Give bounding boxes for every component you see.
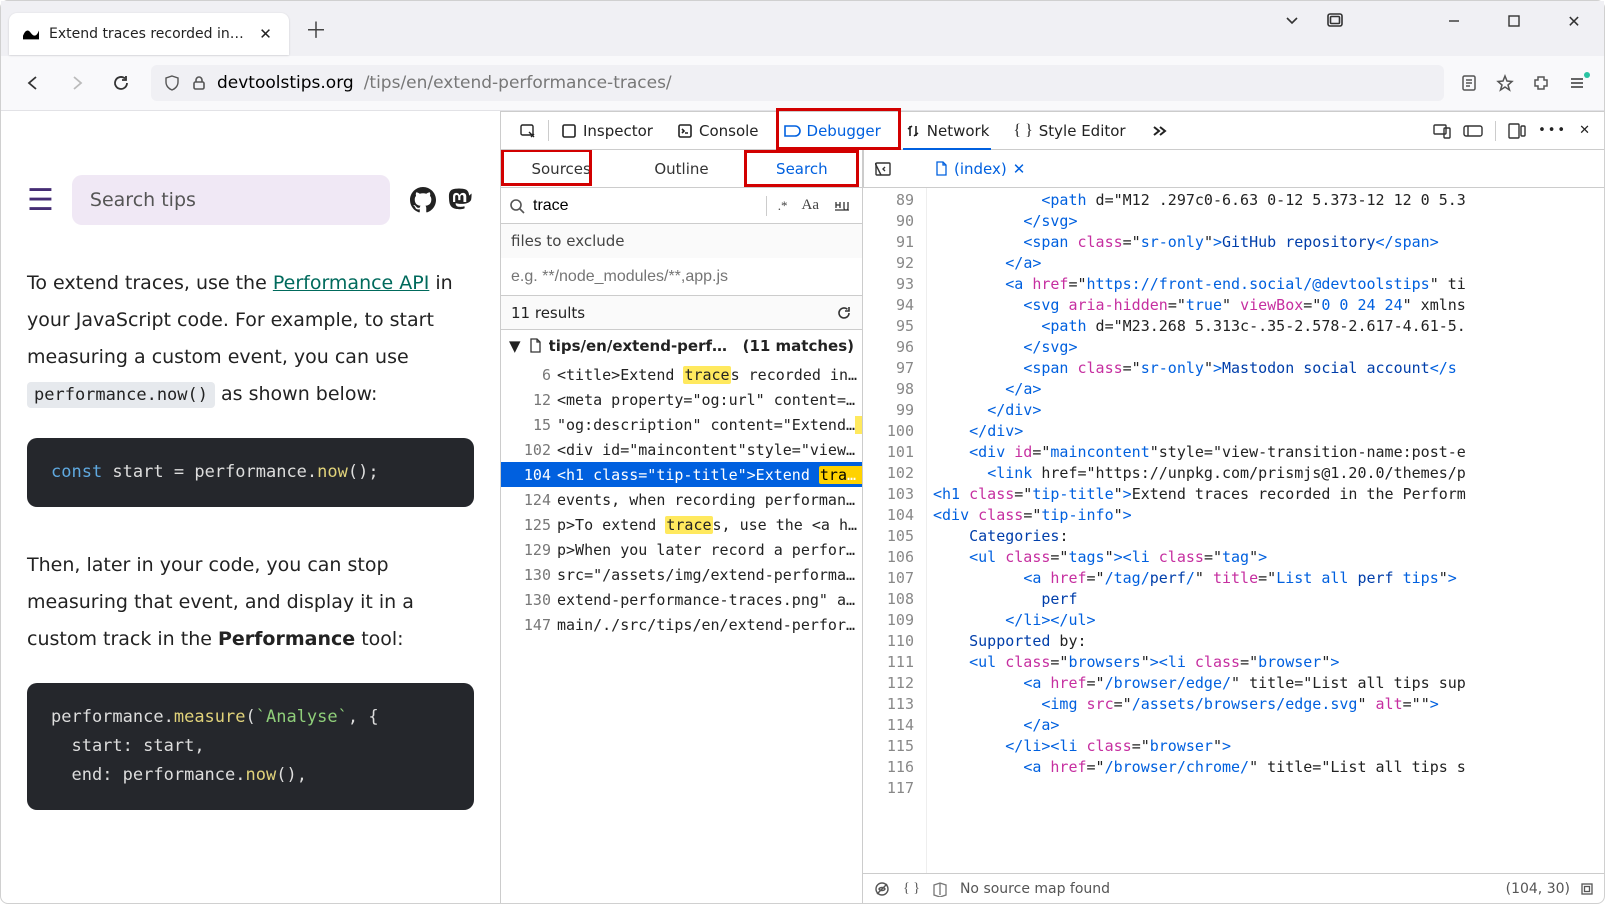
paragraph-1: To extend traces, use the Performance AP… — [27, 265, 474, 413]
devtools-panel: Inspector Console Debugger Network { }St… — [501, 111, 1604, 903]
regex-toggle[interactable]: .* — [775, 198, 791, 214]
source-map-status: No source map found — [960, 881, 1110, 897]
responsive-design-icon[interactable] — [1433, 123, 1451, 139]
devtools-toolbar: Inspector Console Debugger Network { }St… — [501, 112, 1604, 150]
pretty-print-icon[interactable]: { } — [903, 881, 920, 897]
close-tab-button[interactable]: ✕ — [256, 23, 275, 45]
debugger-left-panel: Sources Outline Search .* Aa files to ex… — [501, 150, 863, 903]
close-devtools-button[interactable]: ✕ — [1579, 123, 1590, 138]
line-gutter: 8990919293949596979899100101102103104105… — [863, 188, 927, 873]
search-result-row[interactable]: 125p>To extend traces, use the <a href… — [501, 512, 862, 537]
tab-overview-icon[interactable] — [1326, 11, 1344, 29]
file-icon — [935, 161, 948, 176]
search-result-row[interactable]: 124events, when recording performance … — [501, 487, 862, 512]
map-scopes-icon[interactable] — [1580, 882, 1594, 896]
source-map-icon — [932, 881, 948, 897]
pick-element-button[interactable] — [507, 112, 549, 149]
search-result-row[interactable]: 15"og:description" content="Extend tr… — [501, 412, 862, 437]
code-block-2: performance.measure(`Analyse`, { start: … — [27, 683, 474, 810]
result-file-matches: (11 matches) — [743, 337, 854, 355]
bookmark-icon[interactable] — [1496, 74, 1514, 92]
page-content: ☰ Search tips To extend traces, use the … — [1, 111, 501, 903]
minimize-button[interactable] — [1424, 1, 1484, 41]
subtab-search[interactable]: Search — [742, 160, 862, 178]
browser-tab[interactable]: Extend traces recorded in the Pe ✕ — [9, 13, 289, 55]
paragraph-2: Then, later in your code, you can stop m… — [27, 547, 474, 658]
github-icon[interactable] — [408, 185, 438, 215]
tablist-chevron-icon[interactable] — [1283, 11, 1301, 29]
url-bar: devtoolstips.org/tips/en/extend-performa… — [1, 56, 1604, 111]
titlebar: Extend traces recorded in the Pe ✕ ＋ ✕ — [1, 1, 1604, 56]
result-file-header[interactable]: ▼ tips/en/extend-perfor… (11 matches) — [501, 330, 862, 362]
code-block-1: const start = performance.now(); — [27, 438, 474, 507]
search-tips-field[interactable]: Search tips — [72, 175, 390, 225]
reader-icon[interactable] — [1460, 74, 1478, 92]
collapse-icon[interactable]: ▼ — [509, 337, 521, 355]
customize-icon[interactable] — [1463, 124, 1483, 138]
tab-style-editor[interactable]: { }Style Editor — [1001, 112, 1137, 149]
extensions-icon[interactable] — [1532, 74, 1550, 92]
tab-network[interactable]: Network — [893, 112, 1002, 149]
menu-icon[interactable] — [1568, 74, 1586, 92]
inline-code: performance.now() — [27, 382, 215, 408]
whole-word-toggle[interactable] — [830, 199, 854, 213]
toggle-sources-pane-button[interactable] — [863, 150, 901, 188]
reload-button[interactable] — [107, 69, 135, 97]
file-icon — [528, 338, 542, 354]
performance-api-link[interactable]: Performance API — [273, 272, 430, 294]
tab-favicon — [23, 26, 39, 42]
close-window-button[interactable]: ✕ — [1544, 1, 1604, 41]
site-menu-icon[interactable]: ☰ — [27, 183, 54, 218]
search-result-row[interactable]: 147main/./src/tips/en/extend-performan… — [501, 612, 862, 637]
lock-icon[interactable] — [191, 75, 207, 91]
close-file-button[interactable]: ✕ — [1013, 160, 1026, 178]
tab-console[interactable]: Console — [665, 112, 771, 149]
tab-debugger[interactable]: Debugger — [771, 112, 893, 149]
kebab-icon[interactable]: ••• — [1538, 123, 1567, 138]
case-toggle[interactable]: Aa — [799, 197, 823, 214]
back-button[interactable] — [19, 69, 47, 97]
url-path: /tips/en/extend-performance-traces/ — [364, 73, 672, 93]
search-result-row[interactable]: 102<div id="maincontent"style="view-tr… — [501, 437, 862, 462]
search-input[interactable] — [533, 197, 758, 215]
code-area: (index) ✕ 899091929394959697989910010110… — [863, 150, 1604, 903]
code-status-bar: { } No source map found (104, 30) — [863, 873, 1604, 903]
search-result-row[interactable]: 130extend-performance-traces.png" alt=… — [501, 587, 862, 612]
search-results-list: 6<title>Extend traces recorded in th…12<… — [501, 362, 862, 637]
forward-button[interactable] — [63, 69, 91, 97]
tab-inspector[interactable]: Inspector — [549, 112, 665, 149]
subtab-sources[interactable]: Sources — [501, 160, 621, 178]
search-result-row[interactable]: 104<h1 class="tip-title">Extend traces… — [501, 462, 862, 487]
maximize-button[interactable] — [1484, 1, 1544, 41]
results-count: 11 results — [511, 304, 585, 322]
dock-side-icon[interactable] — [1508, 123, 1526, 139]
shield-icon[interactable] — [163, 74, 181, 92]
tab-title: Extend traces recorded in the Pe — [49, 26, 246, 42]
search-icon — [509, 198, 525, 214]
search-result-row[interactable]: 12<meta property="og:url" content="ht… — [501, 387, 862, 412]
blackbox-icon[interactable] — [873, 880, 891, 898]
search-result-row[interactable]: 130src="/assets/img/extend-performance… — [501, 562, 862, 587]
search-result-row[interactable]: 129p>When you later record a performan… — [501, 537, 862, 562]
exclude-label: files to exclude — [501, 224, 862, 258]
code-lines[interactable]: <path d="M12 .297c0-6.63 0-12 5.373-12 1… — [927, 188, 1604, 873]
search-row: .* Aa — [501, 188, 862, 224]
more-tools-button[interactable] — [1138, 112, 1180, 149]
exclude-input[interactable] — [511, 268, 852, 286]
source-file-tab[interactable]: (index) ✕ — [935, 160, 1025, 178]
url-domain: devtoolstips.org — [217, 73, 354, 93]
subtab-outline[interactable]: Outline — [621, 160, 741, 178]
cursor-position: (104, 30) — [1506, 881, 1570, 897]
new-tab-button[interactable]: ＋ — [299, 12, 333, 46]
refresh-results-button[interactable] — [836, 305, 852, 321]
result-file-name: tips/en/extend-perfor… — [549, 337, 736, 355]
mastodon-icon[interactable] — [444, 185, 474, 215]
search-result-row[interactable]: 6<title>Extend traces recorded in th… — [501, 362, 862, 387]
address-bar[interactable]: devtoolstips.org/tips/en/extend-performa… — [151, 65, 1444, 101]
